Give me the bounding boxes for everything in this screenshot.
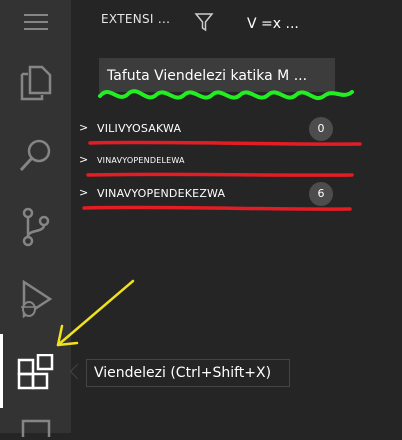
menu-icon[interactable] (0, 0, 71, 44)
section-popular[interactable]: > VINAVYOPENDELEWA (71, 149, 402, 173)
filter-icon[interactable] (194, 12, 214, 36)
sort-dropdown[interactable]: V =x ... (223, 11, 331, 37)
section-recommended[interactable]: > VINAVYOPENDEKEZWA 6 (71, 182, 402, 206)
search-icon[interactable] (0, 120, 71, 190)
chevron-right-icon: > (79, 121, 89, 134)
chevron-right-icon: > (79, 186, 89, 199)
source-control-icon[interactable] (0, 192, 71, 262)
count-badge: 0 (309, 117, 333, 141)
accounts-icon[interactable] (0, 410, 71, 440)
view-title: EXTENSI ... (101, 12, 171, 26)
run-debug-icon[interactable] (0, 264, 71, 334)
section-label: VILIVYOSAKWA (97, 122, 182, 135)
section-label: VINAVYOPENDELEWA (97, 156, 185, 165)
count-badge: 6 (309, 182, 333, 206)
section-installed[interactable]: > VILIVYOSAKWA 0 (71, 117, 402, 141)
extensions-search-input[interactable]: Tafuta Viendelezi katika M ... (99, 58, 335, 92)
section-label: VINAVYOPENDEKEZWA (97, 187, 226, 200)
extensions-icon[interactable] (0, 338, 71, 408)
chevron-right-icon: > (79, 153, 89, 166)
explorer-icon[interactable] (0, 48, 71, 118)
activity-bar (0, 0, 71, 437)
extensions-tooltip: Viendelezi (Ctrl+Shift+X) (86, 359, 290, 387)
